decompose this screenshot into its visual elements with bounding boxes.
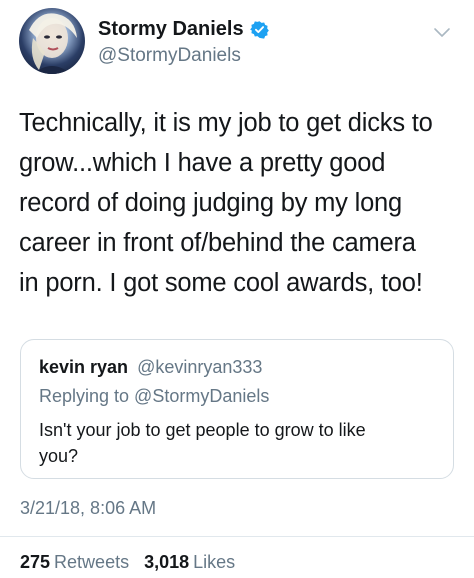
quoted-author-handle: @kevinryan333 <box>137 357 263 377</box>
tweet-text: Technically, it is my job to get dicks t… <box>19 103 459 303</box>
quoted-tweet-text: Isn't your job to get people to grow to … <box>39 417 439 469</box>
display-name[interactable]: Stormy Daniels <box>98 17 244 41</box>
quoted-replying-to: Replying to @StormyDaniels <box>39 386 270 406</box>
likes-label[interactable]: Likes <box>193 552 235 572</box>
display-name-row[interactable]: Stormy Daniels <box>98 17 269 41</box>
divider <box>0 536 474 537</box>
author-handle[interactable]: @StormyDaniels <box>98 44 241 68</box>
tweet-timestamp[interactable]: 3/21/18, 8:06 AM <box>20 496 156 520</box>
tweet-text-line: grow...which I have a pretty good <box>19 149 386 177</box>
retweets-label[interactable]: Retweets <box>54 552 129 572</box>
tweet-text-line: record of doing judging by my long <box>19 189 403 217</box>
avatar[interactable] <box>19 8 85 74</box>
quoted-author-row: kevin ryan @kevinryan333 <box>39 355 262 379</box>
quoted-author-name: kevin ryan <box>39 357 129 377</box>
quoted-text-line: you? <box>39 446 79 466</box>
chevron-down-icon[interactable] <box>432 26 452 40</box>
likes-count[interactable]: 3,018 <box>144 552 189 572</box>
retweets-count[interactable]: 275 <box>20 552 50 572</box>
verified-badge-icon <box>249 20 269 39</box>
quoted-text-line: Isn't your job to get people to grow to … <box>39 420 366 440</box>
tweet-text-line: Technically, it is my job to get dicks t… <box>19 109 433 137</box>
tweet-text-line: career in front of/behind the camera <box>19 229 416 257</box>
tweet-stats: 275 Retweets 3,018 Likes <box>20 550 245 574</box>
tweet-text-line: in porn. I got some cool awards, too! <box>19 269 423 297</box>
avatar-image <box>29 13 77 74</box>
quoted-tweet-card[interactable]: kevin ryan @kevinryan333 Replying to @St… <box>20 339 454 479</box>
